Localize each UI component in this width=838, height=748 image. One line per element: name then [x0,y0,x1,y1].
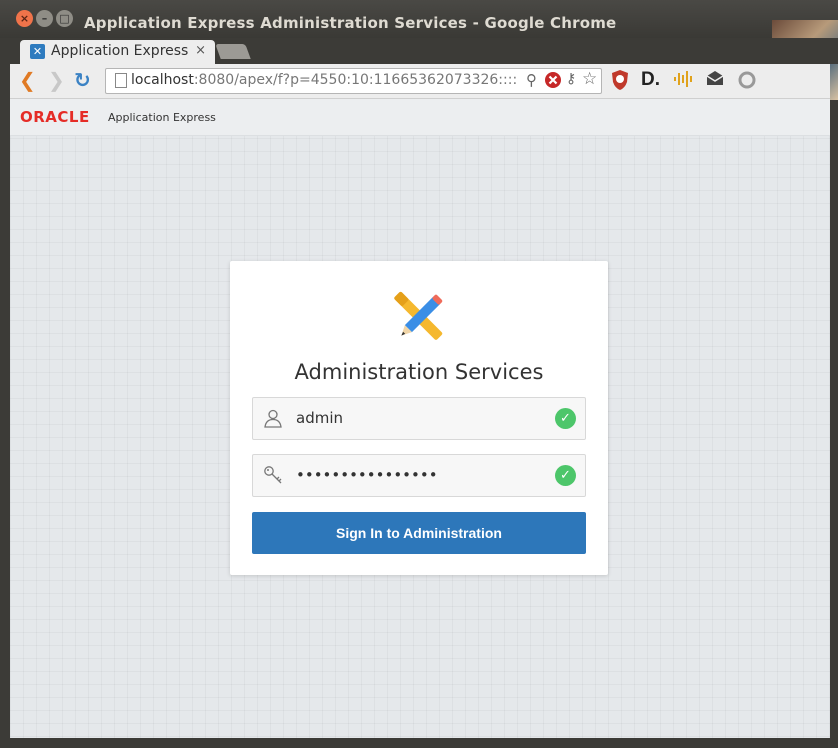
sign-in-button[interactable]: Sign In to Administration [252,512,586,554]
username-field[interactable]: ✓ [252,397,586,440]
window-close-button[interactable]: × [16,10,33,27]
new-tab-button[interactable] [215,44,251,59]
tab-title: Application Express [51,43,189,59]
url-path: :8080/apex/f?p=4550:10:11665362073326:::… [193,72,518,88]
user-icon [263,408,283,428]
url-text[interactable]: localhost:8080/apex/f?p=4550:10:11665362… [131,72,521,88]
ublock-icon[interactable] [610,69,630,96]
browser-toolbar: ❮ ❯ ↻ localhost:8080/apex/f?p=4550:10:11… [10,64,830,99]
page-icon [115,73,127,88]
disconnect-icon[interactable]: D. [641,69,660,91]
address-bar[interactable]: localhost:8080/apex/f?p=4550:10:11665362… [105,68,602,94]
password-field[interactable]: ✓ [252,454,586,497]
apex-tools-logo-icon [390,289,448,347]
mail-icon[interactable] [705,69,725,92]
username-valid-icon: ✓ [555,408,576,429]
apex-header: ORACLE Application Express [10,99,830,136]
zoom-icon[interactable]: ⚲ [526,71,537,89]
password-input[interactable] [296,466,546,484]
oracle-logo: ORACLE [20,108,90,126]
login-card: Administration Services ✓ ✓ Sign In to A… [230,261,608,575]
window-titlebar: × – □ Application Express Administration… [0,0,838,38]
tab-close-icon[interactable]: × [195,43,206,58]
browser-window: × – □ Application Express Administration… [0,0,838,748]
bookmark-star-icon[interactable]: ☆ [582,69,597,89]
apex-favicon-icon: ✕ [30,44,45,59]
window-minimize-button[interactable]: – [36,10,53,27]
reload-icon[interactable]: ↻ [74,70,91,90]
login-title: Administration Services [294,360,544,384]
key-icon[interactable]: ⚷ [566,71,576,87]
window-title: Application Express Administration Servi… [84,14,617,32]
window-maximize-button[interactable]: □ [56,10,73,27]
username-input[interactable] [296,409,546,427]
blocked-icon[interactable] [544,71,562,93]
forward-icon[interactable]: ❯ [48,70,65,90]
page-viewport: ORACLE Application Express Administratio… [10,99,830,738]
key-icon [263,465,283,485]
product-name: Application Express [108,111,216,124]
tab-application-express[interactable]: ✕ Application Express × [20,40,215,64]
extension-circle-icon[interactable] [738,71,756,94]
url-host: localhost [131,72,194,88]
audio-wave-icon[interactable] [673,69,695,94]
back-icon[interactable]: ❮ [19,70,36,90]
password-valid-icon: ✓ [555,465,576,486]
tab-strip: ✕ Application Express × [0,38,838,64]
